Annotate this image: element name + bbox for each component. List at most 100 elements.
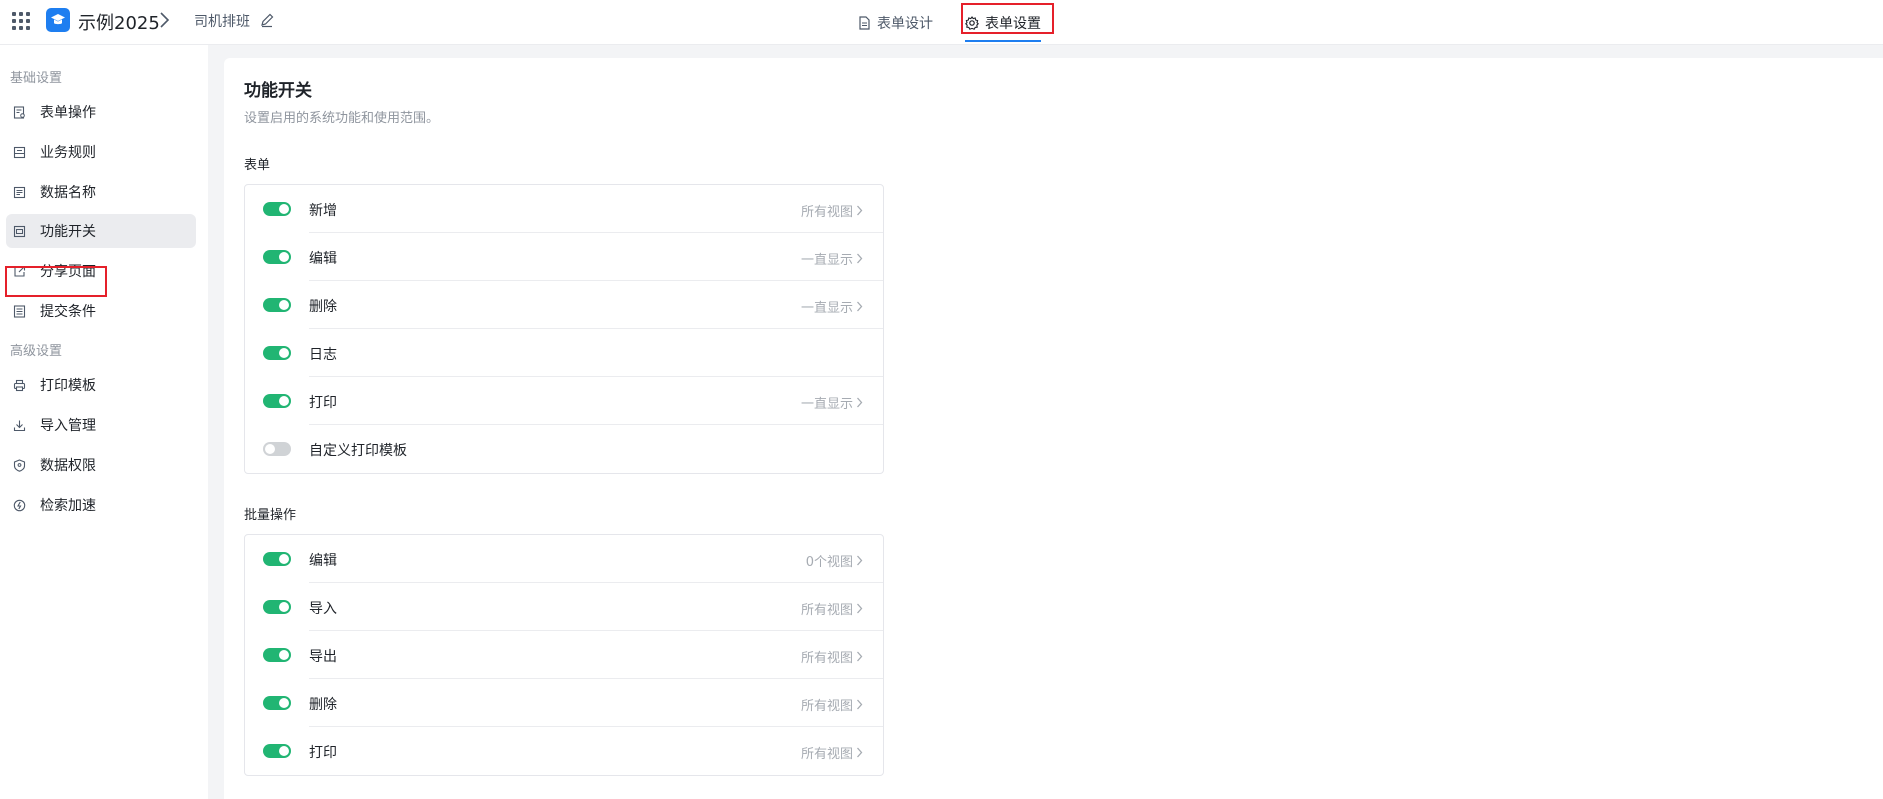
toggle-switch[interactable] bbox=[263, 394, 291, 408]
main-panel: 功能开关 设置启用的系统功能和使用范围。 表单 新增 所有视图 编辑 一直显示 … bbox=[224, 58, 1883, 799]
app-name[interactable]: 示例2025 bbox=[78, 9, 160, 35]
active-tab-indicator bbox=[965, 40, 1041, 42]
switch-label: 打印 bbox=[309, 745, 337, 761]
sidebar-item-search-acceleration[interactable]: 检索加速 bbox=[6, 488, 196, 522]
toggle-switch[interactable] bbox=[263, 442, 291, 456]
download-icon bbox=[12, 418, 26, 432]
switch-row: 编辑 0个视图 bbox=[245, 535, 883, 583]
scope-selector[interactable]: 所有视图 bbox=[801, 201, 863, 220]
form-name[interactable]: 司机排班 bbox=[194, 11, 250, 31]
chevron-right-icon bbox=[857, 205, 863, 216]
switch-label: 编辑 bbox=[309, 251, 337, 267]
switch-label: 删除 bbox=[309, 299, 337, 315]
chevron-right-icon bbox=[857, 747, 863, 758]
switch-row: 导入 所有视图 bbox=[245, 583, 883, 631]
scope-selector[interactable]: 所有视图 bbox=[801, 695, 863, 714]
scope-selector[interactable]: 一直显示 bbox=[801, 297, 863, 316]
toggle-switch[interactable] bbox=[263, 346, 291, 360]
sidebar-item-label: 功能开关 bbox=[40, 224, 96, 240]
switch-row: 新增 所有视图 bbox=[245, 185, 883, 233]
switch-row: 日志 bbox=[245, 329, 883, 377]
chevron-right-icon bbox=[857, 253, 863, 264]
tab-form-design[interactable]: 表单设计 bbox=[858, 0, 933, 45]
chevron-right-icon bbox=[857, 301, 863, 312]
section-title-batch: 批量操作 bbox=[244, 508, 297, 523]
scope-selector[interactable]: 一直显示 bbox=[801, 249, 863, 268]
switch-row: 删除 所有视图 bbox=[245, 679, 883, 727]
scope-selector[interactable]: 0个视图 bbox=[806, 551, 863, 570]
sidebar-item-label: 数据权限 bbox=[40, 458, 96, 474]
switch-label: 编辑 bbox=[309, 553, 337, 569]
sidebar-item-feature-switch[interactable]: 功能开关 bbox=[6, 214, 196, 248]
switch-label: 导入 bbox=[309, 601, 337, 617]
submit-condition-icon bbox=[12, 304, 26, 318]
form-switch-card: 新增 所有视图 编辑 一直显示 删除 一直显示 日志 打印 一直显示 自定义打印… bbox=[244, 184, 884, 474]
rule-icon bbox=[12, 145, 26, 159]
page-subtitle: 设置启用的系统功能和使用范围。 bbox=[244, 111, 440, 126]
batch-switch-card: 编辑 0个视图 导入 所有视图 导出 所有视图 删除 所有视图 打印 所有视图 bbox=[244, 534, 884, 776]
sidebar-item-import-management[interactable]: 导入管理 bbox=[6, 408, 196, 442]
toggle-switch[interactable] bbox=[263, 744, 291, 758]
toggle-switch[interactable] bbox=[263, 648, 291, 662]
switch-row: 删除 一直显示 bbox=[245, 281, 883, 329]
toggle-switch[interactable] bbox=[263, 696, 291, 710]
switch-label: 打印 bbox=[309, 395, 337, 411]
top-bar: 示例2025 司机排班 表单设计 表单设置 bbox=[0, 0, 1883, 45]
switch-row: 自定义打印模板 bbox=[245, 425, 883, 473]
highlight-box-settings-tab bbox=[961, 3, 1054, 34]
switch-row: 打印 所有视图 bbox=[245, 727, 883, 775]
chevron-right-icon bbox=[857, 397, 863, 408]
sidebar-item-data-name[interactable]: 数据名称 bbox=[6, 175, 196, 209]
sidebar-item-label: 数据名称 bbox=[40, 185, 96, 201]
switch-row: 编辑 一直显示 bbox=[245, 233, 883, 281]
switch-label: 自定义打印模板 bbox=[309, 443, 407, 459]
switch-label: 日志 bbox=[309, 347, 337, 363]
toggle-switch[interactable] bbox=[263, 600, 291, 614]
toggle-switch[interactable] bbox=[263, 298, 291, 312]
sidebar-item-label: 打印模板 bbox=[40, 378, 96, 394]
chevron-right-icon bbox=[857, 555, 863, 566]
scope-selector[interactable]: 所有视图 bbox=[801, 647, 863, 666]
switch-label: 新增 bbox=[309, 203, 337, 219]
breadcrumb-chevron-icon bbox=[160, 12, 170, 28]
sidebar-item-label: 提交条件 bbox=[40, 304, 96, 320]
scope-selector[interactable]: 所有视图 bbox=[801, 743, 863, 762]
app-logo-icon bbox=[46, 8, 70, 32]
sidebar: 基础设置 表单操作 业务规则 数据名称 功能开关 分享页面 提交条件 高级设置 … bbox=[0, 45, 208, 799]
page-title: 功能开关 bbox=[244, 81, 312, 101]
switch-label: 导出 bbox=[309, 649, 337, 665]
sidebar-item-label: 表单操作 bbox=[40, 105, 96, 121]
data-name-icon bbox=[12, 185, 26, 199]
sidebar-item-data-permissions[interactable]: 数据权限 bbox=[6, 448, 196, 482]
edit-icon[interactable] bbox=[259, 12, 275, 28]
switch-row: 打印 一直显示 bbox=[245, 377, 883, 425]
tab-form-design-label: 表单设计 bbox=[877, 15, 933, 32]
highlight-box-feature-switch bbox=[5, 266, 107, 297]
printer-icon bbox=[12, 378, 26, 392]
chevron-right-icon bbox=[857, 603, 863, 614]
switch-row: 导出 所有视图 bbox=[245, 631, 883, 679]
toggle-switch[interactable] bbox=[263, 202, 291, 216]
speed-icon bbox=[12, 498, 26, 512]
switch-icon bbox=[12, 224, 26, 238]
section-title-form: 表单 bbox=[244, 158, 271, 173]
app-grid-icon[interactable] bbox=[12, 12, 30, 30]
scope-selector[interactable]: 所有视图 bbox=[801, 599, 863, 618]
sidebar-item-label: 检索加速 bbox=[40, 498, 96, 514]
chevron-right-icon bbox=[857, 699, 863, 710]
sidebar-item-label: 业务规则 bbox=[40, 145, 96, 161]
sidebar-item-print-template[interactable]: 打印模板 bbox=[6, 368, 196, 402]
sidebar-group-title: 高级设置 bbox=[10, 344, 63, 359]
sidebar-item-business-rules[interactable]: 业务规则 bbox=[6, 135, 196, 169]
chevron-right-icon bbox=[857, 651, 863, 662]
switch-label: 删除 bbox=[309, 697, 337, 713]
sidebar-item-label: 导入管理 bbox=[40, 418, 96, 434]
scope-selector[interactable]: 一直显示 bbox=[801, 393, 863, 412]
sidebar-item-submit-conditions[interactable]: 提交条件 bbox=[6, 294, 196, 328]
toggle-switch[interactable] bbox=[263, 250, 291, 264]
toggle-switch[interactable] bbox=[263, 552, 291, 566]
document-icon bbox=[859, 15, 870, 30]
sidebar-group-title: 基础设置 bbox=[10, 71, 63, 86]
form-op-icon bbox=[12, 105, 26, 119]
sidebar-item-form-operations[interactable]: 表单操作 bbox=[6, 95, 196, 129]
